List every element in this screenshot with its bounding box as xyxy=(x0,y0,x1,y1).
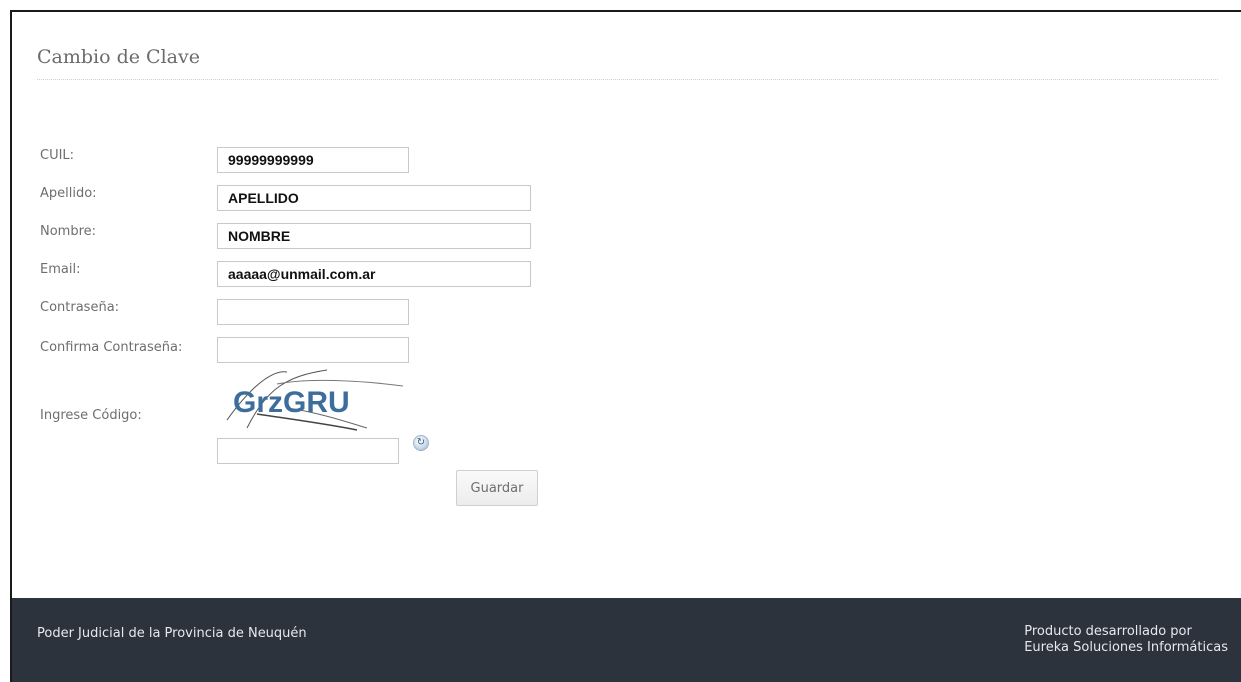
captcha-label: Ingrese Código: xyxy=(40,408,142,423)
email-label: Email: xyxy=(40,262,81,277)
captcha-text: GrzGRU xyxy=(233,386,350,419)
page-frame xyxy=(10,10,1241,682)
nombre-field[interactable] xyxy=(217,223,531,249)
apellido-label: Apellido: xyxy=(40,186,97,201)
cuil-field[interactable] xyxy=(217,147,409,173)
confirm-password-label: Confirma Contraseña: xyxy=(40,340,183,355)
apellido-field[interactable] xyxy=(217,185,531,211)
confirm-password-field[interactable] xyxy=(217,337,409,363)
email-field[interactable] xyxy=(217,261,531,287)
captcha-image: GrzGRU xyxy=(226,369,404,431)
save-button[interactable]: Guardar xyxy=(456,470,538,506)
title-divider xyxy=(37,79,1218,80)
page-title: Cambio de Clave xyxy=(37,46,200,68)
nombre-label: Nombre: xyxy=(40,224,97,239)
cuil-label: CUIL: xyxy=(40,148,75,163)
footer-organization: Poder Judicial de la Provincia de Neuqué… xyxy=(37,626,307,641)
password-field[interactable] xyxy=(217,299,409,325)
refresh-captcha-icon[interactable]: ↻ xyxy=(413,435,429,451)
password-label: Contraseña: xyxy=(40,300,120,315)
footer-credits: Producto desarrollado por Eureka Solucio… xyxy=(1024,624,1228,656)
footer-credits-line1: Producto desarrollado por xyxy=(1024,624,1192,639)
footer: Poder Judicial de la Provincia de Neuqué… xyxy=(12,598,1241,682)
captcha-field[interactable] xyxy=(217,438,399,464)
footer-credits-line2: Eureka Soluciones Informáticas xyxy=(1024,640,1228,655)
